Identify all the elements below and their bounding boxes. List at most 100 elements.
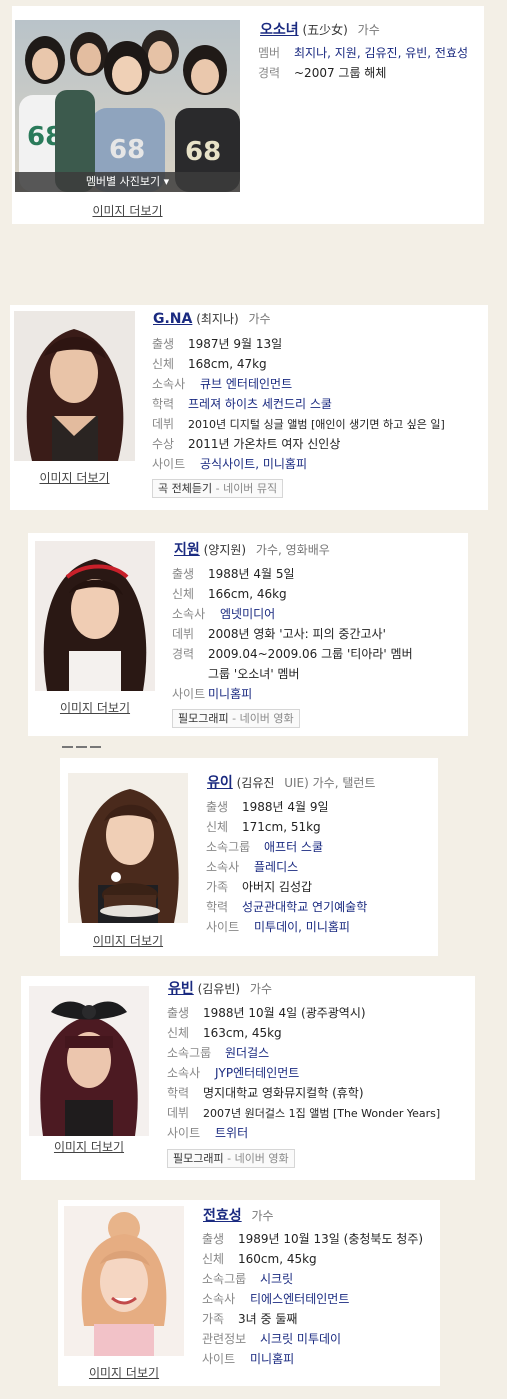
info-value: ~2007 그룹 해체	[294, 66, 387, 80]
person-name-link[interactable]: 유이	[207, 775, 233, 791]
info-value[interactable]: 최지나, 지원, 김유진, 유빈, 전효성	[294, 46, 468, 60]
info-value: 1988년 4월 5일	[208, 567, 295, 581]
person-card: 이미지 더보기 G.NA (최지나) 가수 출생 1987년 9월 13일 신체 1…	[10, 305, 488, 510]
member-photo-button[interactable]: 멤버별 사진보기 ▾	[15, 172, 240, 192]
name-hanja: (五少女)	[302, 23, 348, 37]
more-images-link[interactable]: 이미지 더보기	[68, 932, 188, 949]
info-value: 160cm, 45kg	[238, 1252, 317, 1266]
info-value[interactable]: 성균관대학교 연기예술학	[242, 900, 367, 914]
info-row: 출생 1988년 4월 5일	[172, 564, 413, 584]
info-label: 사이트	[206, 920, 240, 934]
button-label: 필모그래피	[173, 1152, 224, 1165]
info-label: 학력	[206, 900, 229, 914]
person-photo[interactable]	[14, 311, 135, 461]
info-value: 171cm, 51kg	[242, 820, 321, 834]
info-row: 사이트 공식사이트, 미니홈피	[152, 454, 445, 474]
info-value[interactable]: 큐브 엔터테인먼트	[200, 377, 292, 391]
info-value: 1988년 10월 4일 (광주광역시)	[203, 1006, 366, 1020]
info-value[interactable]: 시크릿 미투데이	[260, 1332, 341, 1346]
person-name-link[interactable]: 지원	[174, 542, 200, 558]
info-row: 신체 160cm, 45kg	[202, 1249, 423, 1269]
info-value: 2011년 가온차트 여자 신인상	[188, 437, 341, 451]
info-value[interactable]: 공식사이트, 미니홈피	[200, 457, 307, 471]
person-photo-image	[14, 311, 135, 461]
info-row: 수상 2011년 가온차트 여자 신인상	[152, 434, 445, 454]
person-photo-image	[64, 1206, 184, 1356]
info-row: 소속사 JYP엔터테인먼트	[167, 1063, 440, 1083]
info-value: 163cm, 45kg	[203, 1026, 282, 1040]
more-images-link[interactable]: 이미지 더보기	[64, 1364, 184, 1381]
info-label: 출생	[206, 800, 229, 814]
filmography-button[interactable]: 필모그래피 - 네이버 영화	[172, 709, 300, 728]
person-photo[interactable]	[68, 773, 188, 923]
person-name-link[interactable]: 전효성	[203, 1208, 242, 1224]
info-row: 신체 166cm, 46kg	[172, 584, 413, 604]
listen-all-button[interactable]: 곡 전체듣기 - 네이버 뮤직	[152, 479, 284, 498]
info-value: 1989년 10월 13일 (충청북도 청주)	[238, 1232, 424, 1246]
info-label: 신체	[152, 357, 175, 371]
info-value[interactable]: 미니홈피	[250, 1352, 294, 1366]
more-images-link[interactable]: 이미지 더보기	[29, 1138, 149, 1155]
info-label: 소속그룹	[206, 840, 251, 854]
info-label: 경력	[258, 66, 281, 80]
filmography-button[interactable]: 필모그래피 - 네이버 영화	[167, 1149, 295, 1168]
info-label: 사이트	[172, 687, 206, 701]
info-label: 소속사	[202, 1292, 236, 1306]
info-label: 신체	[167, 1026, 190, 1040]
name-hanja: (양지원)	[203, 543, 247, 557]
info-label: 소속그룹	[167, 1046, 212, 1060]
person-name-link[interactable]: 오소녀	[260, 22, 299, 38]
info-label: 사이트	[167, 1126, 201, 1140]
info-row: 신체 168cm, 47kg	[152, 354, 445, 374]
person-name-link[interactable]: 유빈	[168, 981, 194, 997]
info-value[interactable]: 시크릿	[260, 1272, 293, 1286]
info-row: 학력 프레져 하이츠 세컨드리 스쿨	[152, 394, 445, 414]
info-value[interactable]: 플레디스	[254, 860, 298, 874]
person-photo-image	[35, 541, 155, 691]
button-source: - 네이버 영화	[223, 1152, 289, 1165]
info-rows: 출생 1989년 10월 13일 (충청북도 청주) 신체 160cm, 45kg …	[202, 1229, 423, 1369]
info-label: 가족	[202, 1312, 225, 1326]
info-label: 소속그룹	[202, 1272, 247, 1286]
info-value[interactable]: 티에스엔터테인먼트	[250, 1292, 349, 1306]
more-images-link[interactable]: 이미지 더보기	[14, 469, 135, 486]
info-row: 소속그룹 애프터 스쿨	[206, 837, 367, 857]
top-edge-fragment	[16, 0, 44, 25]
info-value: 2009.04~2009.06 그룹 '티아라' 멤버	[208, 647, 413, 661]
info-value: 2007년 원더걸스 1집 앨범 [The Wonder Years]	[203, 1107, 441, 1120]
info-row: 출생 1987년 9월 13일	[152, 334, 445, 354]
info-label: 출생	[167, 1006, 190, 1020]
info-value[interactable]: JYP엔터테인먼트	[215, 1066, 299, 1080]
info-value[interactable]: 원더걸스	[225, 1046, 269, 1060]
info-value[interactable]: 프레져 하이츠 세컨드리 스쿨	[188, 397, 332, 411]
person-photo-image	[68, 773, 188, 923]
info-value[interactable]: 엠넷미디어	[220, 607, 275, 621]
name-hanja: (김유빈)	[197, 982, 241, 996]
info-value[interactable]: 애프터 스쿨	[264, 840, 323, 854]
info-value: 아버지 김성갑	[242, 880, 313, 894]
person-photo[interactable]	[64, 1206, 184, 1356]
info-value[interactable]: 미니홈피	[208, 687, 252, 701]
info-value: 3녀 중 둘째	[238, 1312, 298, 1326]
info-value[interactable]: 트위터	[215, 1126, 248, 1140]
info-value: 2008년 영화 '고사: 피의 중간고사'	[208, 627, 386, 641]
info-label: 가족	[206, 880, 229, 894]
info-row: 사이트 미니홈피	[202, 1349, 423, 1369]
person-name-link[interactable]: G.NA	[153, 311, 192, 327]
info-value: 1987년 9월 13일	[188, 337, 283, 351]
person-photo[interactable]	[29, 986, 149, 1136]
info-row: 출생 1989년 10월 13일 (충청북도 청주)	[202, 1229, 423, 1249]
info-value[interactable]: 미투데이, 미니홈피	[254, 920, 350, 934]
info-row: 사이트 미니홈피	[172, 684, 413, 704]
info-row: 출생 1988년 10월 4일 (광주광역시)	[167, 1003, 440, 1023]
info-label: 소속사	[167, 1066, 201, 1080]
info-row: 멤버 최지나, 지원, 김유진, 유빈, 전효성	[258, 43, 468, 63]
info-value: 168cm, 47kg	[188, 357, 267, 371]
role-text: 가수	[357, 23, 380, 37]
more-images-link[interactable]: 이미지 더보기	[15, 202, 240, 219]
person-photo[interactable]	[35, 541, 155, 691]
info-row: 학력 명지대학교 영화뮤지컬학 (휴학)	[167, 1083, 440, 1103]
info-row: 학력 성균관대학교 연기예술학	[206, 897, 367, 917]
group-photo[interactable]: 68 68 68 멤버별 사진보기 ▾	[15, 20, 240, 192]
more-images-link[interactable]: 이미지 더보기	[35, 699, 155, 716]
